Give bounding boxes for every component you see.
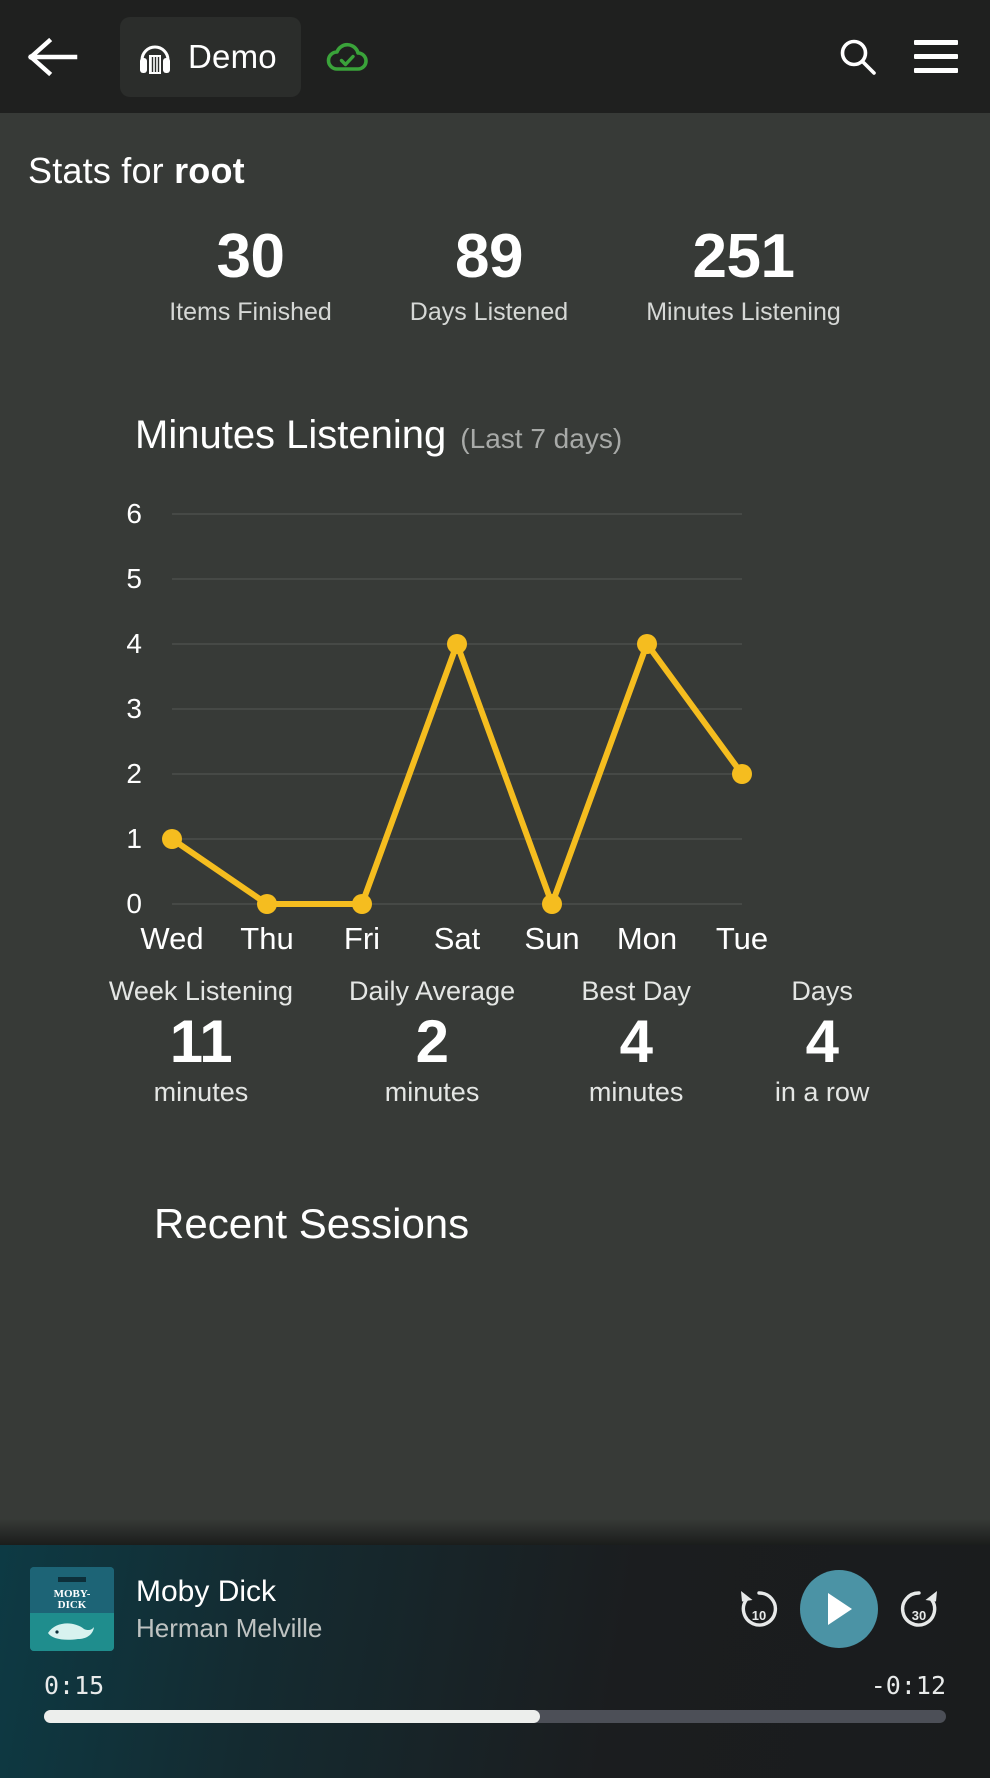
y-axis-tick-label: 0 xyxy=(126,888,142,919)
week-stat-value: 4 xyxy=(805,1008,839,1076)
stat-value: 89 xyxy=(455,222,523,291)
week-stat-value: 2 xyxy=(415,1008,449,1076)
chart-data-point[interactable] xyxy=(637,634,657,655)
stat-label: Items Finished xyxy=(169,298,332,327)
stats-screen: Demo Stats for root 30 Items Finished 89… xyxy=(0,0,990,1778)
chart-data-point[interactable] xyxy=(542,894,562,915)
stats-content: Stats for root 30 Items Finished 89 Days… xyxy=(0,113,990,1778)
book-chip[interactable]: Demo xyxy=(120,16,301,97)
menu-button[interactable] xyxy=(904,25,968,89)
week-stat-value: 4 xyxy=(619,1008,653,1076)
x-axis-tick-label: Mon xyxy=(617,921,677,952)
chart-data-point[interactable] xyxy=(162,829,182,850)
player-controls: 10 30 xyxy=(732,1570,960,1648)
x-axis-tick-label: Sat xyxy=(434,921,481,952)
week-stat-label: Days xyxy=(791,976,853,1007)
elapsed-time: 0:15 xyxy=(44,1671,105,1700)
x-axis-tick-label: Wed xyxy=(140,921,203,952)
forward-30-icon: 30 xyxy=(900,1591,937,1627)
stat-items-finished: 30 Items Finished xyxy=(169,224,332,327)
moby-dick-cover-icon: MOBY- DICK xyxy=(30,1567,114,1651)
chart-data-point[interactable] xyxy=(257,894,277,915)
seek-bar[interactable] xyxy=(44,1710,946,1723)
stat-minutes-listening: 251 Minutes Listening xyxy=(646,224,841,327)
y-axis-tick-label: 1 xyxy=(126,823,142,854)
x-axis-tick-label: Fri xyxy=(344,921,380,952)
week-stat-unit: minutes xyxy=(588,1077,684,1108)
player-time-row: 0:15 -0:12 xyxy=(30,1671,960,1700)
media-player-bar: MOBY- DICK Moby Dick Herman Melville 10 … xyxy=(0,1519,990,1778)
week-stat-label: Week Listening xyxy=(108,976,293,1007)
rewind-10-icon: 10 xyxy=(741,1591,778,1627)
stat-label: Days Listened xyxy=(409,298,569,327)
search-button[interactable] xyxy=(826,25,890,89)
book-chip-label: Demo xyxy=(188,37,277,75)
week-stat-daily-average: Daily Average 2 minutes xyxy=(349,976,515,1108)
forward-button[interactable]: 30 xyxy=(892,1582,946,1636)
week-stat-unit: minutes xyxy=(384,1077,480,1108)
week-stat-week-listening: Week Listening 11 minutes xyxy=(109,976,293,1108)
week-summary-row: Week Listening 11 minutes Daily Average … xyxy=(0,976,990,1108)
week-stat-days-in-a-row: Days 4 in a row xyxy=(757,976,887,1108)
cover-art[interactable]: MOBY- DICK xyxy=(30,1567,114,1651)
line-chart-svg: 0 1 2 3 4 5 6 Wed Thu Fri Sat Sun Mon Tue xyxy=(126,498,768,952)
chart-data-point[interactable] xyxy=(447,634,467,655)
track-title: Moby Dick xyxy=(136,1574,277,1608)
track-metadata: Moby Dick Herman Melville xyxy=(136,1575,710,1644)
week-stat-label: Best Day xyxy=(581,976,691,1007)
app-header: Demo xyxy=(0,0,990,113)
player-top-row: MOBY- DICK Moby Dick Herman Melville 10 … xyxy=(30,1567,960,1651)
y-axis-tick-label: 2 xyxy=(126,758,142,789)
page-title-user: root xyxy=(174,150,245,191)
week-stat-unit: in a row xyxy=(774,1077,870,1108)
track-author: Herman Melville xyxy=(136,1612,323,1643)
week-stat-label: Daily Average xyxy=(349,976,516,1007)
week-stat-value: 11 xyxy=(169,1008,233,1076)
chart-header: Minutes Listening (Last 7 days) xyxy=(0,413,990,458)
svg-text:DICK: DICK xyxy=(58,1599,87,1611)
chart-title: Minutes Listening xyxy=(135,413,447,458)
stat-days-listened: 89 Days Listened xyxy=(410,224,568,327)
week-stat-unit: minutes xyxy=(153,1077,249,1108)
y-axis-tick-label: 5 xyxy=(126,563,142,594)
chart-subtitle: (Last 7 days) xyxy=(460,423,623,455)
page-title: Stats for root xyxy=(0,113,990,192)
remaining-time: -0:12 xyxy=(870,1671,946,1700)
y-axis-tick-label: 3 xyxy=(126,693,142,724)
chart-data-point[interactable] xyxy=(732,764,752,785)
sync-status-button[interactable] xyxy=(325,41,369,73)
hamburger-menu-icon xyxy=(914,40,958,73)
x-axis-tick-label: Sun xyxy=(524,921,579,952)
search-icon xyxy=(840,39,876,75)
play-icon xyxy=(828,1593,852,1625)
rewind-button[interactable]: 10 xyxy=(732,1582,786,1636)
x-axis-tick-label: Tue xyxy=(716,921,768,952)
page-title-prefix: Stats for xyxy=(28,150,175,191)
stat-label: Minutes Listening xyxy=(646,298,841,327)
y-axis-tick-label: 6 xyxy=(126,498,142,529)
seek-bar-fill xyxy=(44,1710,541,1723)
x-axis-tick-label: Thu xyxy=(240,921,293,952)
chart-data-point[interactable] xyxy=(352,894,372,915)
chart-plot-area: 0 1 2 3 4 5 6 Wed Thu Fri Sat Sun Mon Tue xyxy=(0,492,990,952)
week-stat-best-day: Best Day 4 minutes xyxy=(571,976,701,1108)
headphones-book-icon xyxy=(140,45,170,74)
recent-sessions-title: Recent Sessions xyxy=(154,1200,470,1248)
rewind-amount-label: 10 xyxy=(752,1608,766,1623)
stat-value: 251 xyxy=(692,222,795,291)
top-stats-row: 30 Items Finished 89 Days Listened 251 M… xyxy=(0,224,990,327)
forward-amount-label: 30 xyxy=(912,1608,926,1623)
y-axis-tick-label: 4 xyxy=(126,628,142,659)
minutes-listening-chart: Minutes Listening (Last 7 days) 0 1 2 3 4 5 6 W… xyxy=(0,413,990,952)
play-button[interactable] xyxy=(800,1570,878,1648)
stat-value: 30 xyxy=(216,222,285,291)
arrow-left-icon xyxy=(27,37,78,76)
back-button[interactable] xyxy=(22,26,84,88)
cloud-check-icon xyxy=(326,42,368,71)
